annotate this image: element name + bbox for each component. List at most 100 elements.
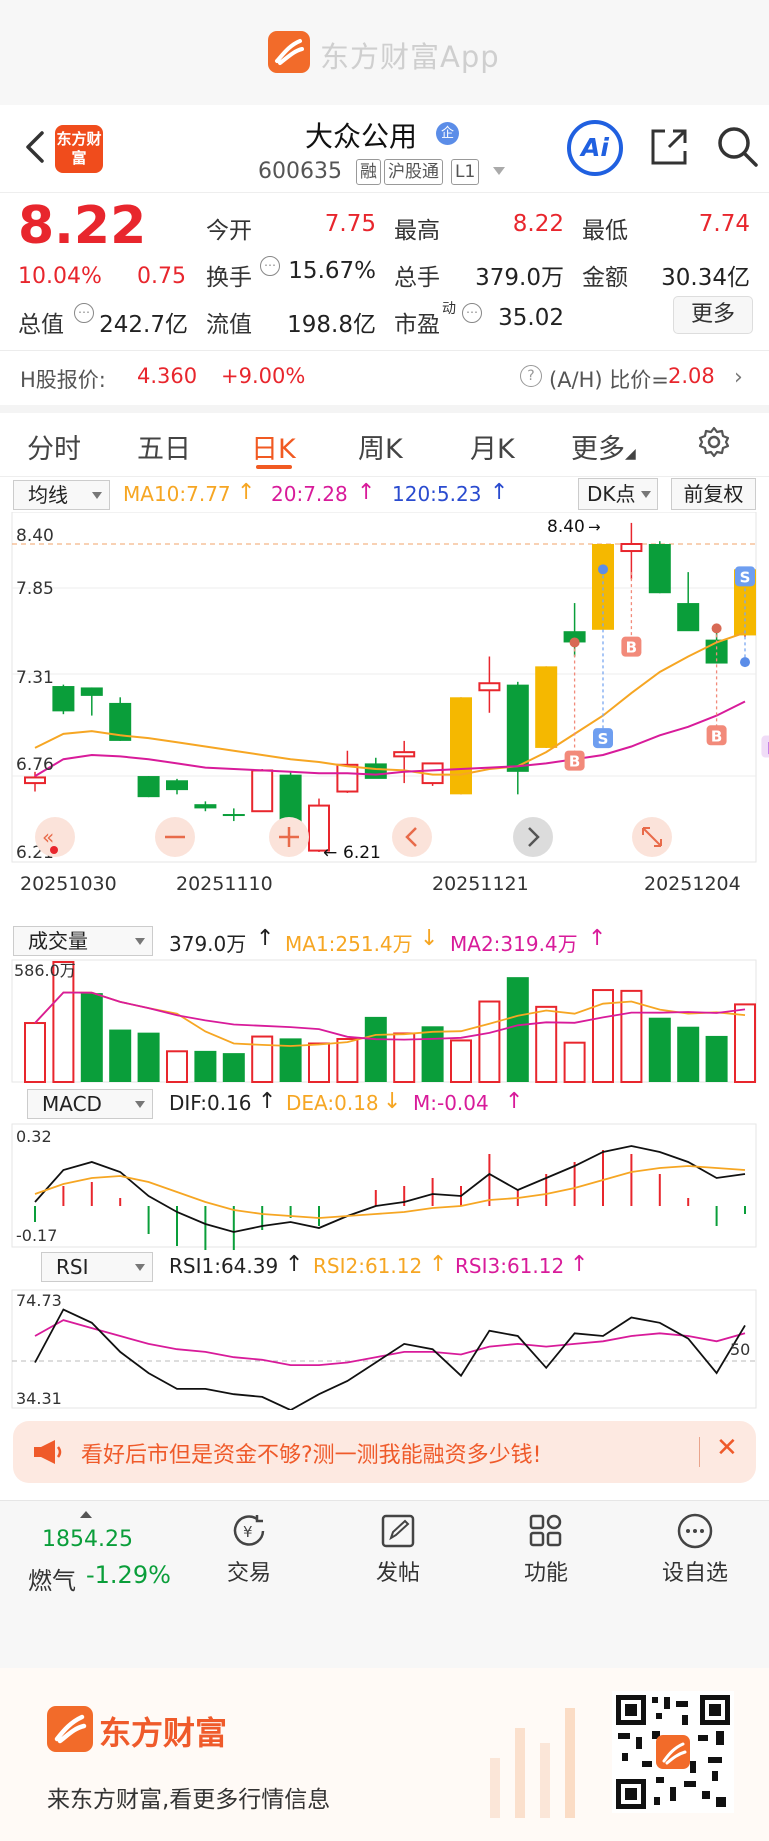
legend-ma120: 120:5.23 (392, 482, 482, 506)
search-icon[interactable] (714, 123, 760, 169)
volume-bar-down (109, 1029, 132, 1082)
tab-monthly-k[interactable]: 月K (470, 427, 515, 466)
dk-point-selector[interactable]: DK点 (578, 478, 658, 510)
quote-label-amount: 金额 (582, 265, 628, 291)
more-info-icon[interactable]: ⋯ (260, 256, 280, 276)
quote-value-volume: 379.0万 (475, 265, 564, 291)
eastmoney-badge[interactable]: 东方财富 (55, 125, 103, 173)
buy-signal: B (706, 725, 727, 746)
hshare-price: 4.360 (137, 364, 198, 388)
caret-down-icon (92, 492, 102, 499)
tab-more[interactable]: 更多◢ (571, 427, 636, 466)
volume-value: 379.0万 (169, 932, 247, 956)
more-info-icon[interactable]: ⋯ (462, 303, 482, 323)
volume-bar-down (421, 1026, 444, 1082)
rsi1: RSI1:64.39 (169, 1254, 279, 1278)
candle-body-limit-up (450, 697, 472, 795)
divider (0, 476, 769, 477)
nav-post[interactable]: 发帖 (353, 1513, 443, 1587)
nav-functions[interactable]: 功能 (501, 1513, 591, 1587)
quote-value-amount: 30.34亿 (661, 265, 750, 291)
tab-underline (256, 465, 292, 469)
hshare-row[interactable]: H股报价: 4.360 +9.00% ? (A/H) 比价= 2.08 › (0, 351, 769, 405)
volume-bar-down (222, 1053, 245, 1082)
signal-dot (598, 564, 608, 575)
back-button[interactable] (16, 125, 56, 169)
footer-slogan: 来东方财富,看更多行情信息 (47, 1787, 331, 1813)
macd-m: M:-0.04 (413, 1091, 489, 1115)
double-chevron-left-icon: « (42, 825, 54, 849)
volume-bar-down (364, 1016, 387, 1082)
macd-selector[interactable]: MACD (27, 1089, 153, 1119)
caret-up-icon[interactable] (80, 1511, 92, 1518)
volume-bar-up (166, 1050, 188, 1083)
volume-selector[interactable]: 成交量 (13, 926, 153, 956)
chevron-left-icon (26, 131, 44, 163)
sector-pct[interactable]: -1.29% (86, 1561, 171, 1589)
signal-dot (711, 623, 722, 634)
footer: 东方财富 来东方财富,看更多行情信息 (0, 1668, 769, 1841)
quote-value-low: 7.74 (698, 211, 750, 237)
candle-body-limit-up (535, 666, 558, 748)
buy-signal: B (621, 636, 642, 657)
indicator-selector[interactable]: 均线 (13, 480, 110, 510)
quote-value-float: 198.8亿 (287, 312, 376, 338)
arrow-up-icon: ↑ (429, 1252, 448, 1277)
nav-trade-label: 交易 (226, 1561, 271, 1586)
tab-five-day[interactable]: 五日 (137, 427, 191, 466)
scroll-left-button[interactable] (392, 817, 432, 857)
buy-signal: B (564, 750, 585, 771)
legend-ma20: 20:7.28 (271, 482, 348, 506)
quote-label-float: 流值 (206, 312, 252, 338)
arrow-up-icon: ↑ (258, 1089, 277, 1114)
app-banner: 东方财富App (0, 0, 769, 105)
macd-bottom-label: -0.17 (16, 1226, 57, 1245)
ah-ratio-label: (A/H) 比价= (549, 368, 669, 392)
volume-bar-down (137, 1032, 160, 1082)
arrow-up-icon: ↑ (256, 926, 275, 951)
arrow-down-icon: ↓ (420, 926, 439, 951)
nav-trade[interactable]: ¥ 交易 (204, 1513, 294, 1587)
candle-body-down (80, 687, 103, 696)
adjust-mode-button[interactable]: 前复权 (671, 478, 756, 510)
tab-intraday[interactable]: 分时 (27, 427, 81, 466)
divider (699, 1437, 700, 1467)
more-info-icon[interactable]: ⋯ (74, 303, 94, 323)
buy-signal-text: B (711, 727, 722, 745)
sector-index-value[interactable]: 1854.25 (42, 1527, 133, 1552)
qr-code (612, 1691, 734, 1813)
trade-icon: ¥ (233, 1515, 265, 1546)
grid-icon (529, 1514, 562, 1547)
ma20-line (34, 700, 746, 777)
caret-down-icon (135, 1264, 145, 1271)
footer-brand: 东方财富 (99, 1714, 228, 1752)
volume-max-label: 586.0万 (14, 961, 76, 980)
share-icon[interactable] (647, 125, 691, 169)
rsi-bottom-label: 34.31 (16, 1389, 62, 1408)
scroll-right-button[interactable] (513, 817, 553, 857)
level-tag: L1 (451, 159, 480, 185)
volume-bar-down (194, 1050, 217, 1082)
sector-name[interactable]: 燃气 (28, 1561, 76, 1596)
chevron-right-icon[interactable]: › (734, 365, 743, 390)
more-quote-button[interactable]: 更多 (673, 296, 753, 334)
close-icon[interactable]: ✕ (716, 1433, 738, 1463)
rsi-selector[interactable]: RSI (41, 1252, 153, 1282)
divider (0, 405, 769, 413)
caret-down-icon (641, 491, 651, 498)
more-dots-icon (677, 1513, 713, 1549)
rsi2: RSI2:61.12 (313, 1254, 423, 1278)
promo-banner[interactable]: 看好后市但是资金不够?测一测我能融资多少钱! ✕ (13, 1421, 756, 1483)
rsi1-line (34, 1308, 746, 1410)
ai-assistant-button[interactable]: Ai (567, 120, 623, 176)
quote-value-pe: 35.02 (498, 305, 564, 331)
tab-weekly-k[interactable]: 周K (358, 427, 403, 466)
volume-bar-up (336, 1037, 359, 1083)
tab-daily-k[interactable]: 日K (251, 427, 296, 466)
rsi-frame (11, 1289, 757, 1409)
help-icon[interactable]: ? (520, 365, 542, 387)
settings-gear-icon[interactable] (697, 425, 731, 459)
caret-down-icon (135, 1101, 145, 1108)
caret-down-icon[interactable] (493, 167, 505, 175)
nav-add-watchlist[interactable]: 设自选 (650, 1513, 740, 1587)
